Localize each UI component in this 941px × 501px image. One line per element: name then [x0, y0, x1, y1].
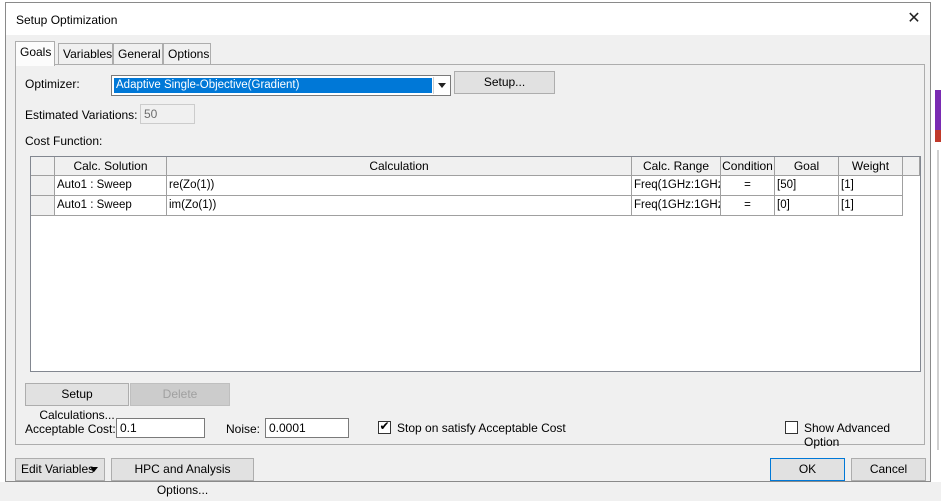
- column-header[interactable]: Calc. Solution: [55, 157, 167, 176]
- chevron-down-icon[interactable]: [433, 77, 449, 94]
- acceptable-cost-field[interactable]: 0.1: [116, 418, 205, 438]
- calc-range-cell[interactable]: Freq(1GHz:1GHz): [632, 176, 721, 196]
- background-shape: [935, 90, 941, 130]
- estimated-variations-label: Estimated Variations:: [25, 108, 138, 122]
- dialog-title: Setup Optimization: [16, 13, 118, 27]
- optimizer-selected-value: Adaptive Single-Objective(Gradient): [114, 78, 432, 93]
- column-header[interactable]: Condition: [721, 157, 775, 176]
- cancel-button[interactable]: Cancel: [851, 458, 926, 481]
- noise-field[interactable]: 0.0001: [265, 418, 349, 438]
- tab-options[interactable]: Options: [163, 43, 211, 64]
- weight-cell[interactable]: [1]: [839, 196, 903, 216]
- close-icon[interactable]: ✕: [902, 7, 926, 31]
- tab-general[interactable]: General: [113, 43, 163, 64]
- tab-label: Goals: [20, 45, 52, 59]
- tab-label: Options: [168, 47, 210, 61]
- row-header[interactable]: [31, 196, 55, 216]
- stop-on-satisfy-checkbox[interactable]: ✔: [378, 419, 391, 434]
- column-header[interactable]: Calc. Range: [632, 157, 721, 176]
- tab-goals[interactable]: Goals: [15, 41, 55, 66]
- calculation-cell[interactable]: re(Zo(1)): [167, 176, 632, 196]
- stop-on-satisfy-label: Stop on satisfy Acceptable Cost: [397, 421, 566, 435]
- setup-button[interactable]: Setup...: [454, 71, 555, 94]
- column-header[interactable]: Calculation: [167, 157, 632, 176]
- optimizer-dropdown[interactable]: Adaptive Single-Objective(Gradient): [111, 75, 451, 96]
- table-corner: [31, 157, 55, 176]
- calc-solution-cell[interactable]: Auto1 : Sweep: [55, 196, 167, 216]
- noise-label: Noise:: [226, 422, 261, 436]
- optimizer-label: Optimizer:: [25, 77, 80, 91]
- goals-panel: Optimizer: Adaptive Single-Objective(Gra…: [15, 64, 925, 449]
- setup-calculations-button[interactable]: Setup Calculations...: [25, 383, 129, 422]
- acceptable-cost-label: Acceptable Cost:: [25, 422, 116, 436]
- setup-optimization-dialog: Setup Optimization ✕ Goals Variables Gen…: [5, 2, 931, 497]
- edit-variables-button[interactable]: Edit Variables: [15, 458, 105, 481]
- title-bar: Setup Optimization ✕: [6, 3, 930, 35]
- show-advanced-label: Show Advanced Option: [804, 421, 891, 449]
- column-header[interactable]: Weight: [839, 157, 903, 176]
- tab-label: General: [118, 47, 161, 61]
- tab-label: Variables: [63, 47, 113, 61]
- calculation-cell[interactable]: im(Zo(1)): [167, 196, 632, 216]
- show-advanced-checkbox[interactable]: [785, 421, 798, 434]
- column-header-filler: [903, 157, 920, 176]
- condition-cell[interactable]: =: [721, 196, 775, 216]
- column-header[interactable]: Goal: [775, 157, 839, 176]
- goal-cell[interactable]: [50]: [775, 176, 839, 196]
- weight-cell[interactable]: [1]: [839, 176, 903, 196]
- row-header[interactable]: [31, 176, 55, 196]
- estimated-variations-field: 50: [140, 104, 195, 124]
- condition-cell[interactable]: =: [721, 176, 775, 196]
- background-line: [937, 150, 939, 450]
- calc-range-cell[interactable]: Freq(1GHz:1GHz): [632, 196, 721, 216]
- edit-variables-label: Edit Variables: [21, 462, 95, 476]
- tab-variables[interactable]: Variables: [58, 43, 113, 64]
- cost-function-table: Calc. Solution Calculation Calc. Range C…: [30, 156, 921, 372]
- caret-down-icon: [90, 467, 98, 472]
- goal-cell[interactable]: [0]: [775, 196, 839, 216]
- background-shape: [935, 130, 941, 142]
- checkmark-icon: ✔: [379, 419, 390, 433]
- ok-button[interactable]: OK: [770, 458, 845, 481]
- cost-function-label: Cost Function:: [25, 134, 103, 148]
- delete-button[interactable]: Delete: [130, 383, 230, 406]
- hpc-analysis-options-button[interactable]: HPC and Analysis Options...: [111, 458, 254, 497]
- calc-solution-cell[interactable]: Auto1 : Sweep: [55, 176, 167, 196]
